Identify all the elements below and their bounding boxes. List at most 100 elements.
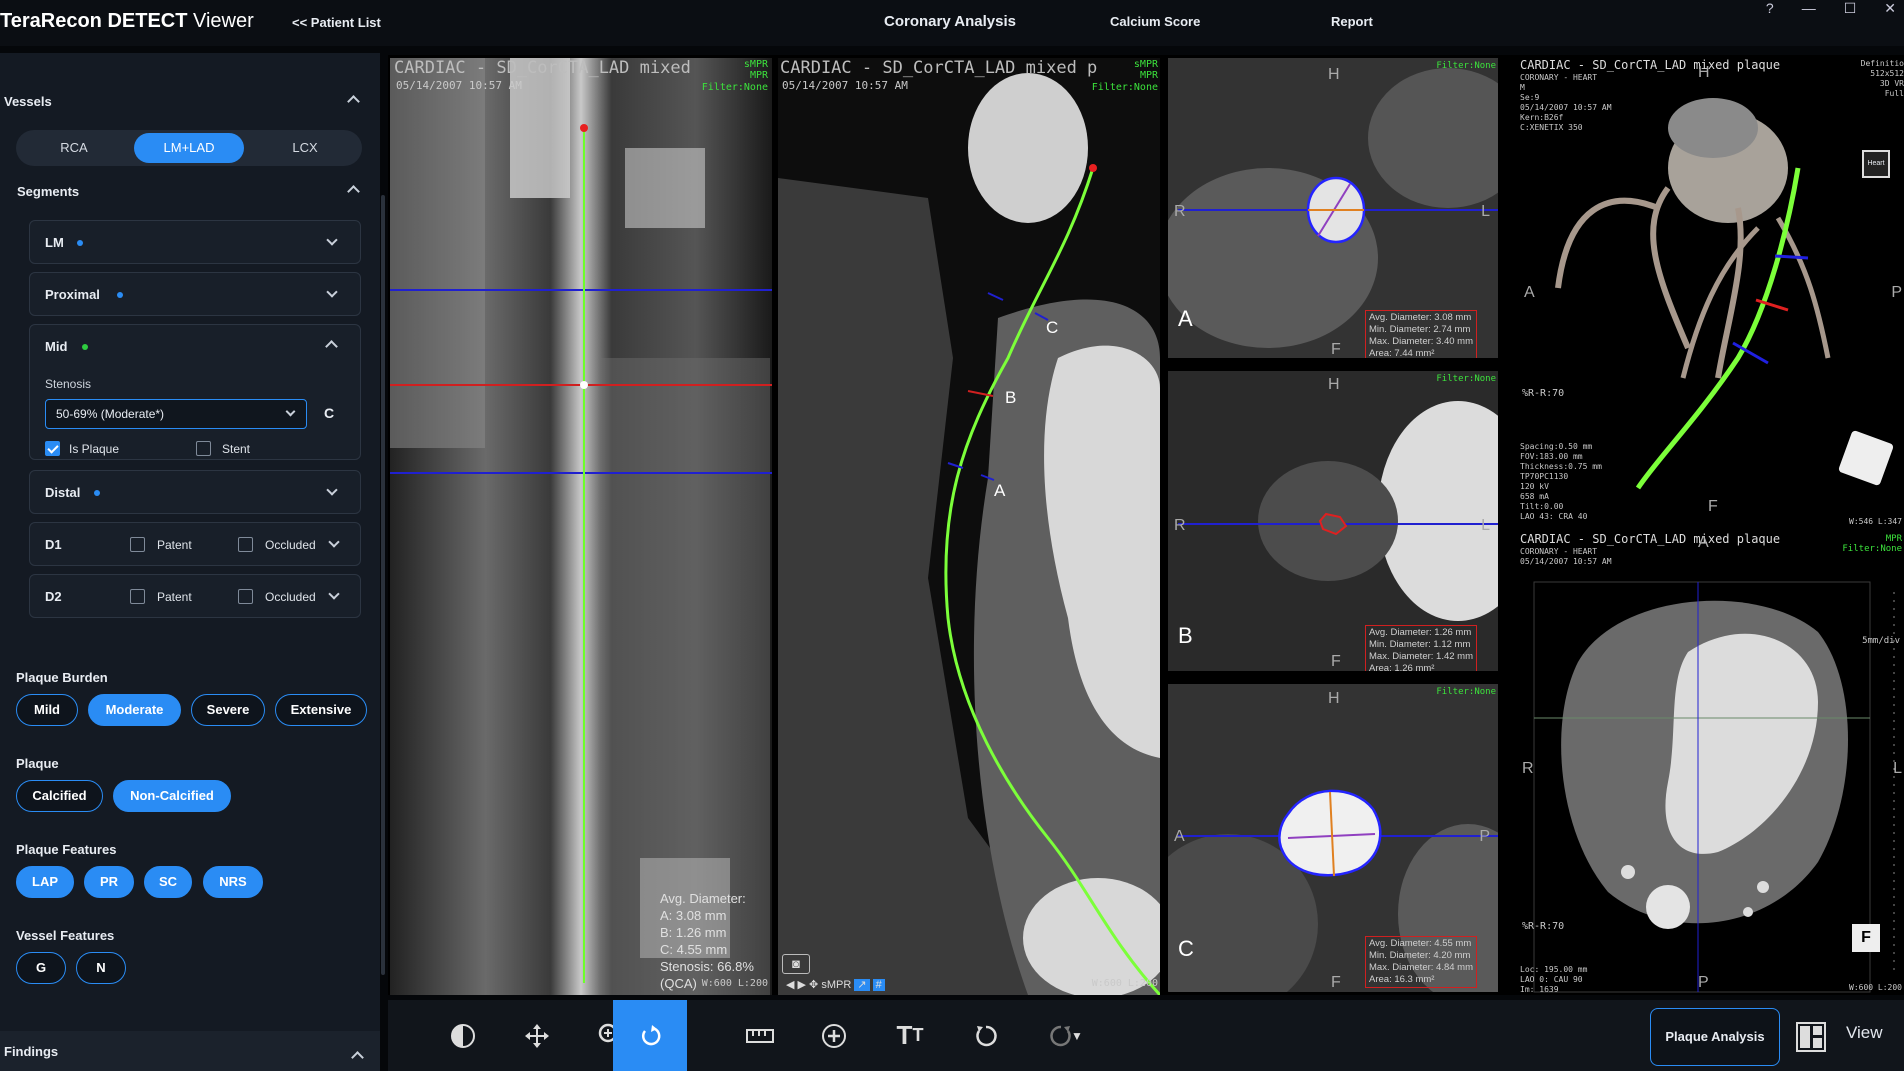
status-dot [77, 240, 83, 246]
smpr-date: 05/14/2007 10:57 AM [782, 79, 908, 92]
segment-d1[interactable]: D1 Patent Occluded [29, 522, 361, 566]
rotate-ccw-icon[interactable] [949, 1000, 1023, 1071]
vr-study-info: CORONARY - HEART M Se:9 05/14/2007 10:57… [1520, 73, 1612, 132]
window-level-icon[interactable] [426, 1000, 500, 1071]
d1-patent-checkbox[interactable] [130, 537, 145, 552]
segment-mid[interactable]: Mid Stenosis 50-69% (Moderate*) C Is Pla… [29, 324, 361, 460]
cpr-measurements: Avg. Diameter: A: 3.08 mm B: 1.26 mm C: … [660, 891, 754, 991]
smpr-window-level: W:600 L:200 [1091, 978, 1158, 989]
view-button[interactable]: View [1846, 1023, 1883, 1043]
feature-sc[interactable]: SC [144, 866, 192, 898]
burden-mild[interactable]: Mild [16, 694, 78, 726]
stent-checkbox[interactable] [196, 441, 211, 456]
axial-filter: Filter:None [1842, 544, 1902, 554]
orientation-cube-icon[interactable]: Heart [1862, 150, 1890, 178]
orient-f: F [1331, 974, 1341, 991]
orient-r: R [1522, 760, 1534, 777]
smpr-viewport[interactable]: CARDIAC - SD_CorCTA_LAD mixed p 05/14/20… [778, 58, 1160, 995]
feature-nrs[interactable]: NRS [203, 866, 263, 898]
orient-right: L [1481, 517, 1490, 534]
vessel-feature-g[interactable]: G [16, 952, 66, 984]
vessel-tab-rca[interactable]: RCA [19, 133, 129, 163]
feature-lap[interactable]: LAP [16, 866, 74, 898]
status-dot [117, 292, 123, 298]
stenosis-label: Stenosis [45, 377, 92, 391]
smpr-nav[interactable]: ◀ ▶ ✥ sMPR ↗ # [786, 978, 885, 991]
burden-extensive[interactable]: Extensive [275, 694, 367, 726]
smpr-image [778, 58, 1160, 995]
close-icon[interactable]: ✕ [1884, 0, 1896, 17]
vr-3d-viewport[interactable]: CARDIAC - SD_CorCTA_LAD mixed plaque COR… [1518, 58, 1904, 530]
axial-loc: Loc: 195.00 mm LAO 0: CAU 90 Im: 1639 [1520, 965, 1588, 994]
section-letter: C [1178, 936, 1194, 961]
help-icon[interactable]: ? [1766, 0, 1774, 17]
axial-image [1518, 532, 1904, 995]
vessel-tab-lm-lad[interactable]: LM+LAD [134, 133, 244, 163]
more-tools-icon[interactable]: ▼ [1062, 1000, 1092, 1071]
status-dot [82, 344, 88, 350]
patient-list-link[interactable]: << Patient List [292, 15, 381, 30]
stenosis-select[interactable]: 50-69% (Moderate*) [45, 399, 307, 429]
tab-coronary-analysis[interactable]: Coronary Analysis [884, 13, 1016, 30]
tab-calcium-score[interactable]: Calcium Score [1110, 14, 1200, 29]
collapse-icon[interactable] [347, 185, 360, 198]
plaque-burden-title: Plaque Burden [16, 670, 108, 685]
axial-scale: 5mm/div [1862, 636, 1900, 646]
findings-header[interactable]: Findings [0, 1031, 380, 1071]
layout-icon[interactable] [1796, 1022, 1828, 1052]
vessel-feature-n[interactable]: N [76, 952, 126, 984]
plaque-calcified[interactable]: Calcified [16, 780, 103, 812]
smpr-label-b: B [1005, 388, 1017, 407]
segment-lm[interactable]: LM [29, 220, 361, 264]
segments-header[interactable]: Segments [13, 177, 385, 207]
smpr-filter: Filter:None [1091, 82, 1158, 93]
vessel-tab-lcx[interactable]: LCX [250, 133, 360, 163]
cross-section-b[interactable]: H F R L Filter:None B Avg. Diameter: 1.2… [1168, 371, 1498, 671]
section-letter: A [1178, 306, 1193, 331]
minimize-icon[interactable]: — [1802, 0, 1816, 17]
chevron-down-icon[interactable] [328, 536, 340, 548]
segment-d2[interactable]: D2 Patent Occluded [29, 574, 361, 618]
burden-moderate[interactable]: Moderate [88, 694, 181, 726]
orient-a: A [1698, 534, 1709, 551]
plaque-non-calcified[interactable]: Non-Calcified [113, 780, 231, 812]
pan-icon[interactable] [500, 1000, 574, 1071]
d2-occluded-checkbox[interactable] [238, 589, 253, 604]
maximize-icon[interactable]: ☐ [1844, 0, 1857, 17]
cross-section-c[interactable]: H F A P Filter:None C Avg. Diameter: 4.5… [1168, 684, 1498, 992]
snapshot-camera-icon[interactable]: ◙ [782, 954, 810, 974]
segment-proximal[interactable]: Proximal [29, 272, 361, 316]
rotate-3d-icon[interactable] [613, 1000, 687, 1071]
vessels-header[interactable]: Vessels [0, 87, 372, 117]
cpr-viewport[interactable]: CARDIAC - SD_CorCTA_LAD mixed 05/14/2007… [390, 58, 772, 995]
cpr-date: 05/14/2007 10:57 AM [396, 79, 522, 92]
add-point-icon[interactable] [797, 1000, 871, 1071]
collapse-icon[interactable] [347, 95, 360, 108]
orientation-marker-icon[interactable]: F [1852, 924, 1880, 952]
chevron-down-icon[interactable] [328, 588, 340, 600]
burden-severe[interactable]: Severe [191, 694, 265, 726]
chevron-down-icon[interactable] [326, 234, 338, 246]
ruler-icon[interactable] [723, 1000, 797, 1071]
plaque-analysis-button[interactable]: Plaque Analysis [1650, 1008, 1780, 1066]
collapse-icon[interactable] [351, 1051, 364, 1064]
d2-patent-checkbox[interactable] [130, 589, 145, 604]
segment-distal[interactable]: Distal [29, 470, 361, 514]
vr-window-level: W:546 L:347 [1849, 517, 1902, 526]
cross-section-a[interactable]: H F R L Filter:None A Avg. Diameter: 3.0… [1168, 58, 1498, 358]
text-annotation-icon[interactable]: TT [873, 1000, 947, 1071]
axial-window-level: W:600 L:200 [1849, 983, 1902, 992]
d1-occluded-checkbox[interactable] [238, 537, 253, 552]
section-letter: B [1178, 623, 1193, 648]
chevron-up-icon[interactable] [325, 340, 338, 353]
axial-viewport[interactable]: CARDIAC - SD_CorCTA_LAD mixed plaque COR… [1518, 532, 1904, 995]
filter-label: Filter:None [1436, 374, 1496, 384]
is-plaque-checkbox[interactable] [45, 441, 60, 456]
chevron-down-icon[interactable] [326, 484, 338, 496]
smpr-label-a: A [994, 481, 1006, 500]
feature-pr[interactable]: PR [84, 866, 134, 898]
tab-report[interactable]: Report [1331, 14, 1373, 29]
chevron-down-icon[interactable] [326, 286, 338, 298]
viewport-area: CARDIAC - SD_CorCTA_LAD mixed 05/14/2007… [388, 55, 1904, 995]
sidebar-scrollbar[interactable] [381, 195, 385, 975]
